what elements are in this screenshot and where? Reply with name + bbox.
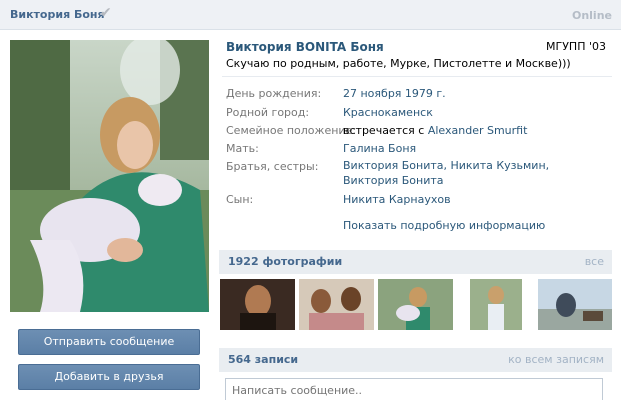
info-value-relationship: встречается с Alexander Smurfit	[343, 123, 598, 138]
photo-thumbnail[interactable]	[299, 279, 374, 330]
photos-section-header[interactable]: 1922 фотографии все	[219, 250, 612, 274]
photos-all-link[interactable]: все	[585, 255, 604, 268]
info-label-son: Сын:	[226, 193, 254, 206]
posts-section-header[interactable]: 564 записи ко всем записям	[219, 348, 612, 372]
info-label-hometown: Родной город:	[226, 106, 310, 119]
online-status: Online	[571, 9, 612, 22]
info-label-relationship: Семейное положение:	[226, 124, 357, 137]
info-value-mother[interactable]: Галина Боня	[343, 141, 598, 156]
posts-all-link[interactable]: ко всем записям	[508, 353, 604, 366]
relationship-partner-link[interactable]: Alexander Smurfit	[428, 124, 528, 137]
photo-thumbnail[interactable]	[378, 279, 453, 330]
post-message-input[interactable]	[225, 378, 603, 400]
profile-full-name: Виктория BONITA Боня	[226, 40, 384, 54]
profile-topbar: Виктория Боня ✔ Online	[0, 0, 621, 30]
info-label-siblings: Братья, сестры:	[226, 160, 319, 173]
photo-thumbnail[interactable]	[470, 279, 522, 330]
relationship-prefix: встречается с	[343, 124, 425, 137]
info-value-son[interactable]: Никита Карнаухов	[343, 192, 598, 207]
info-label-mother: Мать:	[226, 142, 259, 155]
info-value-siblings[interactable]: Виктория Бонита, Никита Кузьмин, Виктори…	[343, 158, 598, 188]
photos-title[interactable]: 1922 фотографии	[228, 255, 342, 268]
divider	[222, 76, 612, 77]
info-value-hometown[interactable]: Краснокаменск	[343, 105, 598, 120]
info-label-birthday: День рождения:	[226, 87, 322, 100]
photo-thumbnail[interactable]	[220, 279, 295, 330]
photo-thumbnail[interactable]	[538, 279, 612, 330]
posts-title[interactable]: 564 записи	[228, 353, 298, 366]
profile-status: Скучаю по родным, работе, Мурке, Пистоле…	[226, 57, 571, 70]
topbar-name[interactable]: Виктория Боня	[10, 8, 105, 21]
add-friend-button[interactable]: Добавить в друзья	[18, 364, 200, 390]
show-more-info-link[interactable]: Показать подробную информацию	[343, 219, 545, 232]
profile-education[interactable]: МГУПП '03	[546, 40, 606, 53]
info-value-birthday[interactable]: 27 ноября 1979 г.	[343, 86, 598, 101]
profile-avatar[interactable]	[10, 40, 209, 312]
send-message-button[interactable]: Отправить сообщение	[18, 329, 200, 355]
verified-checkmark-icon: ✔	[100, 5, 112, 21]
